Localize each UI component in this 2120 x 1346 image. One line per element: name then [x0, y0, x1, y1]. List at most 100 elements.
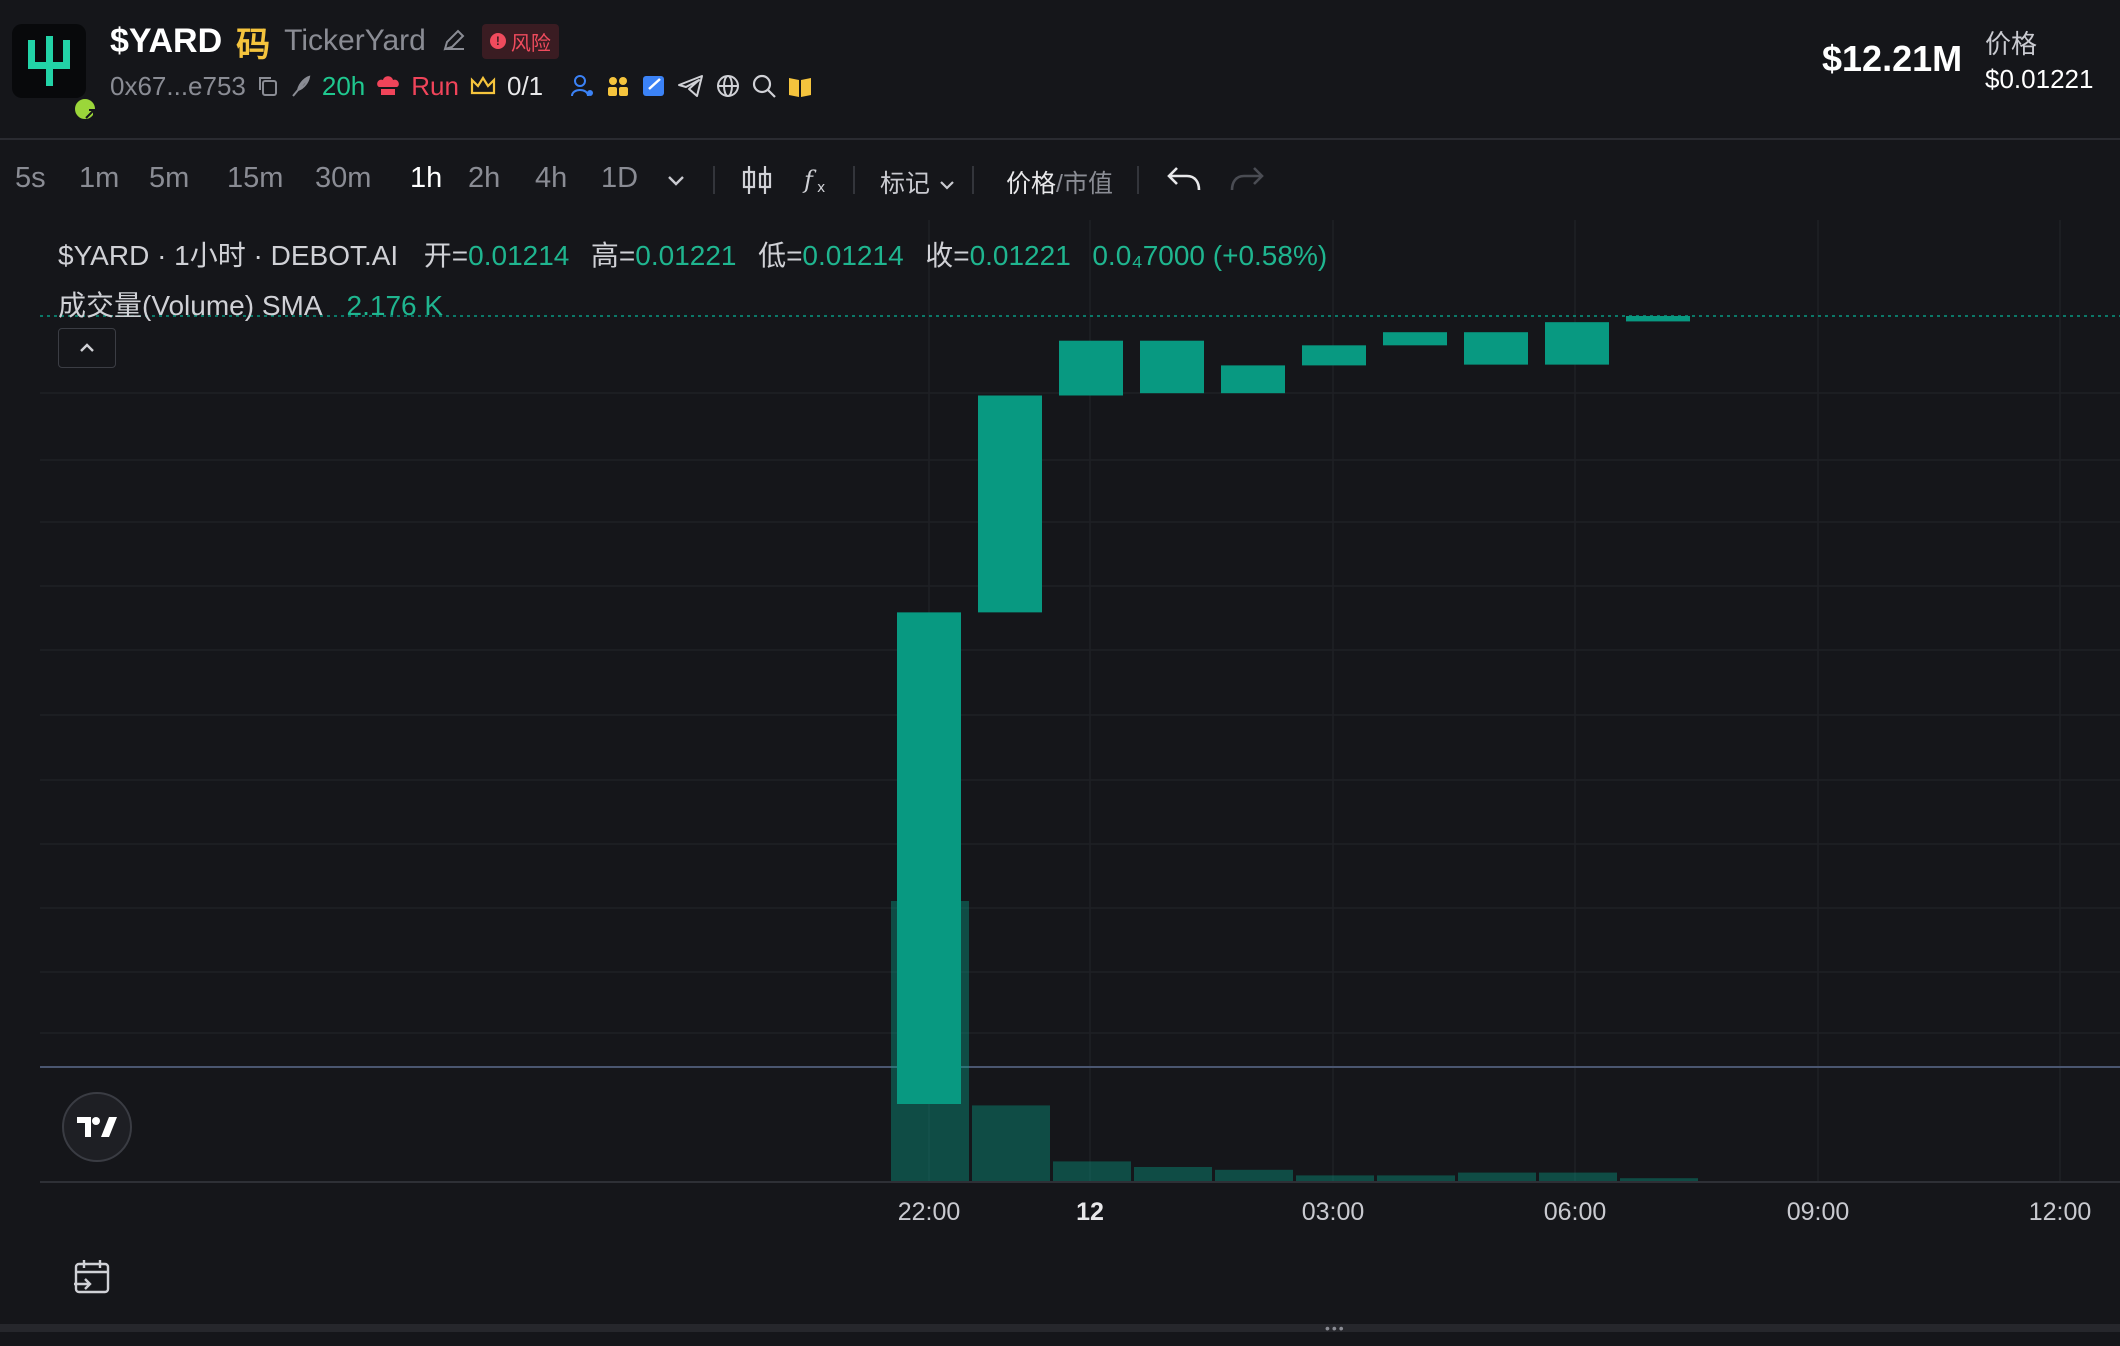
candle	[1221, 365, 1285, 394]
price-label: 价格	[1985, 29, 2038, 59]
go-to-date-icon[interactable]	[72, 1258, 112, 1303]
book-icon[interactable]	[787, 73, 813, 99]
toolbar-divider	[713, 166, 715, 194]
timeframe-2h[interactable]: 2h	[468, 162, 500, 195]
time-tick-label: 06:00	[1544, 1198, 1607, 1226]
low-value: 0.01214	[802, 240, 904, 271]
svg-text:x: x	[817, 180, 825, 196]
feather-icon	[290, 74, 312, 98]
tradingview-icon	[77, 1117, 117, 1137]
collapse-legend-button[interactable]	[58, 328, 116, 368]
token-name-row: $YARD 码 TickerYard ! 风险	[110, 16, 559, 66]
token-symbol: $YARD	[110, 21, 223, 60]
platform-badge-icon	[72, 96, 98, 122]
volume-bar	[1539, 1172, 1617, 1181]
verified-check-icon[interactable]	[641, 73, 667, 99]
high-value: 0.01221	[635, 240, 737, 271]
open-value: 0.01214	[468, 240, 570, 271]
timeframe-1m[interactable]: 1m	[79, 162, 119, 195]
drag-handle-icon[interactable]: •••	[1325, 1320, 1346, 1336]
timeframe-30m[interactable]: 30m	[315, 162, 371, 195]
marks-dropdown[interactable]: 标记	[880, 164, 957, 200]
risk-label: 风险	[510, 32, 551, 55]
token-age: 20h	[321, 70, 366, 101]
volume-bar	[1296, 1175, 1374, 1181]
timeframe-5s[interactable]: 5s	[15, 162, 46, 195]
holders-ratio: 0/1	[506, 70, 544, 101]
candle	[1383, 332, 1447, 346]
contract-address: 0x67...e753	[110, 70, 246, 101]
market-cap: $12.21M	[1822, 38, 1963, 79]
chart-toolbar: 5s 1m 5m 15m 30m 1h 2h 4h 1D fx 标记 价格/市值	[0, 140, 2120, 220]
volume-bar	[1458, 1172, 1536, 1181]
risk-badge[interactable]: ! 风险	[481, 23, 559, 59]
volume-bar	[972, 1105, 1050, 1181]
toolbar-divider	[853, 166, 855, 194]
token-glyph: 码	[236, 25, 271, 64]
timeframe-1d[interactable]: 1D	[601, 162, 638, 195]
volume-bars	[891, 901, 1698, 1181]
chevron-down-icon	[940, 181, 954, 190]
undo-icon[interactable]	[1165, 162, 1203, 206]
toolbar-divider	[1137, 166, 1139, 194]
chevron-down-icon[interactable]	[664, 162, 688, 206]
timeframe-1h[interactable]: 1h	[410, 162, 442, 195]
marks-label: 标记	[880, 170, 931, 198]
token-logo-icon	[28, 36, 70, 86]
copy-icon[interactable]	[256, 74, 280, 98]
candle	[1059, 340, 1123, 396]
token-meta-row: 0x67...e753 20h Run 0/1	[110, 68, 813, 104]
token-logo	[12, 24, 98, 122]
timeframe-15m[interactable]: 15m	[227, 162, 283, 195]
time-tick-label: 03:00	[1302, 1198, 1365, 1226]
dev-holder-icon[interactable]	[569, 73, 595, 99]
volume-value: 2.176 K	[346, 290, 444, 321]
ohlc-legend: $YARD · 1小时 · DEBOT.AI 开=0.01214 高=0.012…	[58, 234, 1327, 274]
open-label: 开=	[423, 240, 469, 271]
volume-bar	[1377, 1175, 1455, 1181]
candles	[897, 316, 1690, 1104]
timeframe-4h[interactable]: 4h	[535, 162, 567, 195]
timeframe-5m[interactable]: 5m	[149, 162, 189, 195]
high-label: 高=	[590, 240, 636, 271]
website-globe-icon[interactable]	[715, 73, 741, 99]
volume-bar	[1620, 1178, 1698, 1181]
crown-icon	[469, 74, 497, 98]
candlestick-type-icon[interactable]	[740, 162, 774, 206]
run-label: Run	[411, 70, 459, 101]
toggle-slash: /	[1056, 170, 1063, 198]
volume-bar	[1053, 1161, 1131, 1181]
edit-icon[interactable]	[440, 27, 468, 55]
price-toggle-label[interactable]: 价格	[1006, 170, 1056, 198]
chef-hat-icon	[375, 74, 401, 98]
tradingview-logo[interactable]	[62, 1092, 132, 1162]
token-header: $YARD 码 TickerYard ! 风险 0x67...e753 20h …	[0, 0, 2120, 140]
telegram-icon[interactable]	[677, 73, 705, 99]
candle	[1626, 316, 1690, 322]
toolbar-divider	[972, 166, 974, 194]
token-fullname: TickerYard	[284, 24, 426, 57]
time-tick-label: 12	[1076, 1198, 1104, 1226]
svg-text:f: f	[802, 166, 817, 194]
volume-legend: 成交量(Volume) SMA 2.176 K	[58, 284, 443, 324]
volume-label: 成交量(Volume) SMA	[58, 290, 321, 321]
time-tick-label: 09:00	[1787, 1198, 1850, 1226]
volume-bar	[1134, 1167, 1212, 1181]
price-mcap-toggle[interactable]: 价格/市值	[1006, 164, 1113, 200]
volume-bar	[1215, 1169, 1293, 1181]
price-change: 0.0₄7000 (+0.58%)	[1092, 240, 1328, 271]
price-chart[interactable]: 22:00 12 03:00 06:00 09:00 12:00	[0, 220, 2120, 1346]
mcap-toggle-label[interactable]: 市值	[1063, 170, 1113, 198]
pane-resize-handle[interactable]	[0, 1324, 2120, 1332]
search-icon[interactable]	[751, 73, 777, 99]
candle	[1302, 345, 1366, 366]
holders-icon[interactable]	[605, 73, 631, 99]
indicators-fx-icon[interactable]: fx	[802, 162, 836, 206]
candle	[1545, 322, 1609, 365]
candle	[1464, 332, 1528, 365]
time-tick-label: 22:00	[898, 1198, 961, 1226]
time-tick-label: 12:00	[2029, 1198, 2092, 1226]
candle	[897, 612, 961, 1104]
redo-icon[interactable]	[1228, 162, 1266, 206]
chart-area[interactable]: 22:00 12 03:00 06:00 09:00 12:00 $YARD · 1小时 …	[0, 220, 2120, 1346]
